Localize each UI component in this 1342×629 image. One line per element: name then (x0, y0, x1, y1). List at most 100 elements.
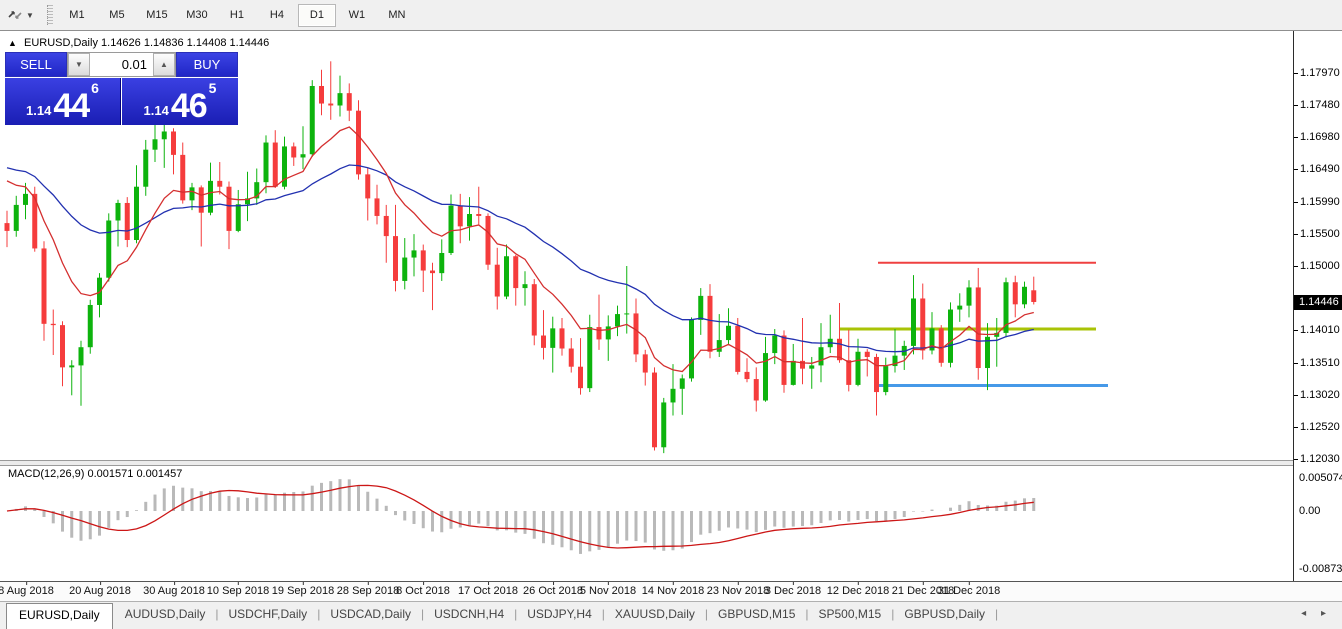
candle-body (856, 352, 861, 385)
macd-axis-label: 0.00 (1299, 505, 1320, 517)
buy-price-display[interactable]: 1.14 46 5 (122, 78, 238, 125)
sell-price-pip: 6 (91, 80, 99, 96)
chart-tab-eurusd-daily[interactable]: EURUSD,Daily (6, 603, 113, 629)
volume-stepper: ▼ ▲ (67, 52, 176, 77)
macd-indicator-canvas[interactable] (0, 464, 1293, 581)
candle-body (79, 347, 84, 365)
timeframe-button-m5[interactable]: M5 (98, 4, 136, 27)
candle-body (976, 287, 981, 368)
candle-body (939, 328, 944, 362)
candle-body (726, 326, 731, 340)
timeframe-button-m1[interactable]: M1 (58, 4, 96, 27)
candle-body (171, 131, 176, 154)
volume-input[interactable] (90, 53, 153, 76)
candle-body (301, 154, 306, 157)
date-axis-label: 12 Dec 2018 (827, 585, 889, 597)
candle-body (541, 336, 546, 348)
candle-body (236, 204, 241, 231)
price-axis-label: 1.12030 (1300, 453, 1340, 465)
chart-tab-gbpusd-m15[interactable]: GBPUSD,M15 (708, 603, 805, 626)
candle-body (671, 389, 676, 403)
macd-signal-value: 0.001457 (136, 468, 182, 480)
date-axis-label: 23 Nov 2018 (707, 585, 769, 597)
buy-button[interactable]: BUY (176, 52, 238, 77)
price-axis[interactable]: 1.179701.174801.169801.164901.159901.155… (1293, 31, 1342, 581)
candle-body (754, 379, 759, 400)
time-axis[interactable]: 8 Aug 201820 Aug 201830 Aug 201810 Sep 2… (0, 582, 1342, 602)
candle-body (162, 131, 167, 139)
timeframe-button-d1[interactable]: D1 (298, 4, 336, 27)
sell-button[interactable]: SELL (5, 52, 67, 77)
chart-tab-bar: EURUSD,DailyAUDUSD,Daily|USDCHF,Daily|US… (0, 601, 1342, 629)
candle-body (560, 328, 565, 348)
timeframe-button-h1[interactable]: H1 (218, 4, 256, 27)
timeframe-button-w1[interactable]: W1 (338, 4, 376, 27)
timeframe-button-m30[interactable]: M30 (178, 4, 216, 27)
candle-body (745, 372, 750, 379)
chart-tab-usdchf-daily[interactable]: USDCHF,Daily (219, 603, 318, 626)
candle-body (375, 198, 380, 216)
date-axis-label: 8 Aug 2018 (0, 585, 54, 597)
candle-body (42, 248, 47, 323)
date-axis-label: 19 Sep 2018 (272, 585, 334, 597)
candle-body (347, 93, 352, 111)
chart-shift-icon (7, 7, 23, 23)
candle-body (504, 256, 509, 296)
chart-tab-usdcnh-h4[interactable]: USDCNH,H4 (424, 603, 514, 626)
candle-body (772, 336, 777, 354)
candle-body (698, 296, 703, 320)
chart-tab-usdjpy-h4[interactable]: USDJPY,H4 (517, 603, 601, 626)
candle-body (532, 284, 537, 335)
date-axis-label: 10 Sep 2018 (207, 585, 269, 597)
tab-separator: | (995, 607, 998, 621)
toolbar-grip[interactable] (47, 5, 53, 25)
candle-body (476, 214, 481, 216)
sell-price-display[interactable]: 1.14 44 6 (5, 78, 121, 125)
timeframe-button-h4[interactable]: H4 (258, 4, 296, 27)
candle-body (661, 402, 666, 447)
price-axis-label: 1.17480 (1300, 99, 1340, 111)
candle-body (60, 325, 65, 367)
chart-window: ▲ EURUSD,Daily 1.14626 1.14836 1.14408 1… (0, 30, 1342, 602)
date-axis-label: 5 Nov 2018 (580, 585, 636, 597)
candle-body (14, 205, 19, 231)
volume-increase-button[interactable]: ▲ (153, 53, 175, 76)
candle-body (634, 313, 639, 354)
chevron-down-icon: ▼ (26, 11, 34, 20)
chart-tab-usdcad-daily[interactable]: USDCAD,Daily (320, 603, 421, 626)
candle-body (273, 143, 278, 187)
price-axis-label: 1.15500 (1300, 228, 1340, 240)
price-axis-label: 1.15000 (1300, 260, 1340, 272)
chart-tab-audusd-daily[interactable]: AUDUSD,Daily (115, 603, 216, 626)
candle-body (106, 221, 111, 278)
chart-tab-sp500-m15[interactable]: SP500,M15 (809, 603, 892, 626)
date-axis-label: 17 Oct 2018 (458, 585, 518, 597)
macd-label: MACD(12,26,9) 0.001571 0.001457 (8, 468, 182, 480)
sell-price-main: 44 (53, 91, 89, 121)
candle-body (190, 187, 195, 200)
buy-price-main: 46 (171, 91, 207, 121)
candle-body (467, 214, 472, 226)
chart-low: 1.14408 (187, 37, 227, 49)
one-click-trading-panel: SELL ▼ ▲ BUY 1.14 44 6 1.14 46 5 (5, 52, 238, 125)
collapse-arrow-icon[interactable]: ▲ (8, 38, 17, 48)
timeframe-button-m15[interactable]: M15 (138, 4, 176, 27)
candle-body (199, 187, 204, 212)
tab-scroll-arrows[interactable]: ◂ ▸ (1301, 608, 1332, 619)
chart-tab-gbpusd-daily[interactable]: GBPUSD,Daily (894, 603, 995, 626)
candle-body (809, 365, 814, 368)
volume-decrease-button[interactable]: ▼ (68, 53, 90, 76)
macd-axis-label: 0.005074 (1299, 472, 1342, 484)
price-axis-label: 1.13510 (1300, 357, 1340, 369)
date-axis-label: 3 Dec 2018 (765, 585, 821, 597)
chart-tool-button[interactable]: ▼ (2, 3, 39, 27)
candle-body (264, 143, 269, 183)
candle-body (291, 146, 296, 157)
date-axis-label: 28 Sep 2018 (337, 585, 399, 597)
chart-tab-xauusd-daily[interactable]: XAUUSD,Daily (605, 603, 705, 626)
candle-body (513, 256, 518, 288)
candle-body (227, 187, 232, 231)
price-axis-label: 1.17970 (1300, 67, 1340, 79)
date-axis-label: 14 Nov 2018 (642, 585, 704, 597)
timeframe-button-mn[interactable]: MN (378, 4, 416, 27)
